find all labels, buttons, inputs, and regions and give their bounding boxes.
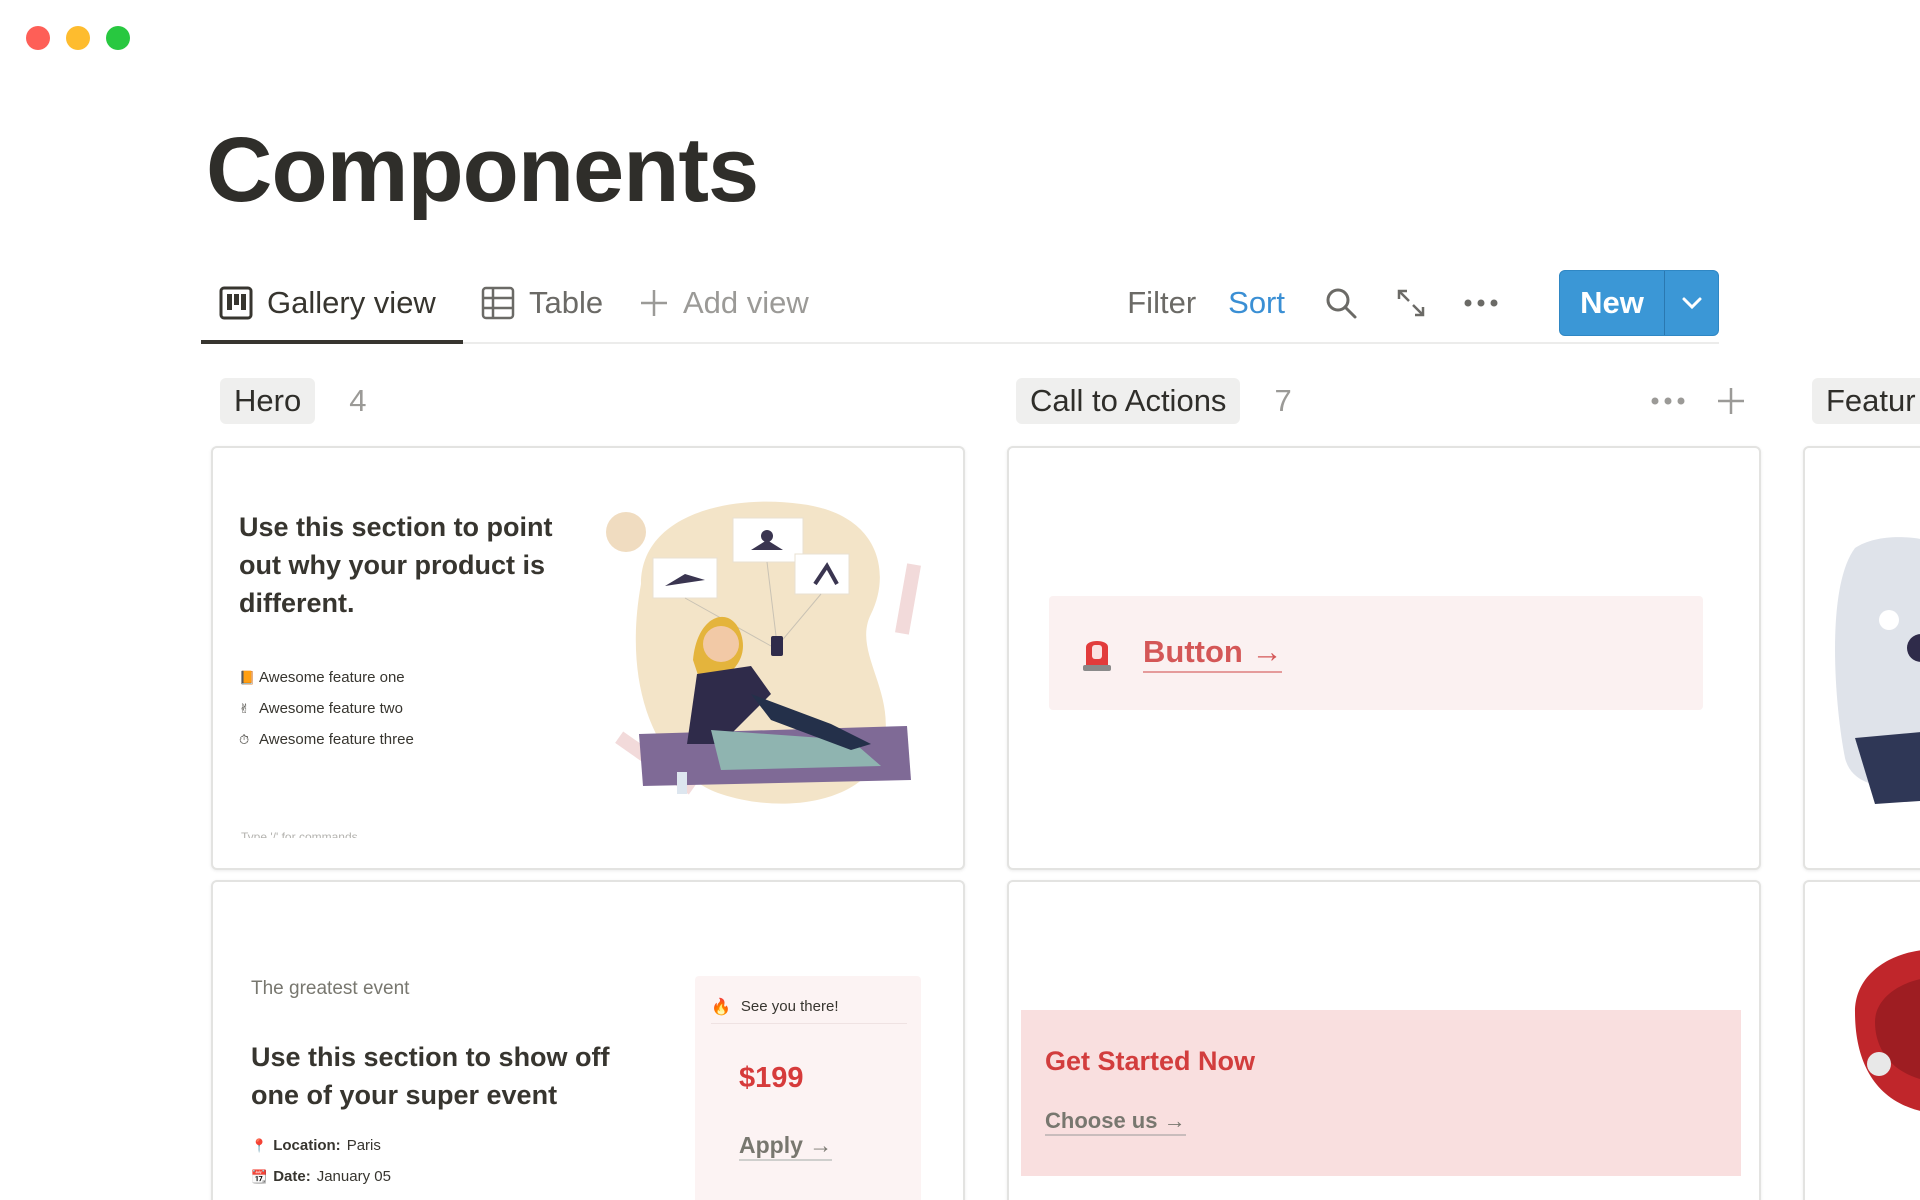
command-hint: Type '/' for commands [241, 830, 358, 838]
date-row: 📆 Date: January 05 [251, 1168, 391, 1185]
gallery-card-cta-2[interactable]: Get Started Now Choose us → [1007, 880, 1761, 1200]
tab-label: Table [529, 285, 604, 320]
list-item: 📙 Awesome feature one [239, 669, 405, 686]
gallery-icon [219, 286, 253, 320]
tab-table[interactable]: Table [481, 264, 603, 342]
group-header-features: Featur [1812, 378, 1920, 424]
group-actions [1650, 378, 1746, 424]
gallery-card-feature-2[interactable] [1803, 880, 1920, 1200]
group-count: 7 [1274, 383, 1292, 418]
tab-gallery-view[interactable]: Gallery view [219, 264, 436, 342]
book-icon: 📙 [239, 669, 256, 685]
pin-icon: 📍 [251, 1137, 268, 1153]
expand-button[interactable] [1391, 283, 1431, 323]
fire-icon: 🔥 [711, 998, 731, 1016]
victory-hand-icon: ✌ [239, 700, 250, 716]
search-button[interactable] [1321, 283, 1361, 323]
gallery-card-hero-1[interactable]: Use this section to point out why your p… [211, 446, 965, 870]
cta-button-link[interactable]: Button → [1143, 633, 1283, 673]
new-button-group: New [1559, 270, 1719, 336]
gallery-card-hero-2[interactable]: The greatest event Use this section to s… [211, 880, 965, 1200]
window-controls [26, 26, 130, 50]
group-header-hero: Hero 4 [220, 378, 366, 424]
list-item: ✌ Awesome feature two [239, 700, 403, 717]
group-name: Featur [1812, 378, 1920, 424]
group-name: Call to Actions [1016, 378, 1241, 424]
more-icon[interactable] [1650, 396, 1686, 406]
yoga-illustration [606, 501, 921, 804]
get-started-block: Get Started Now Choose us → [1021, 1010, 1741, 1176]
minimize-window-button[interactable] [66, 26, 90, 50]
view-bar: Gallery view Table Add view Filter Sort [201, 264, 1719, 344]
more-icon [1464, 299, 1498, 307]
new-button[interactable]: New [1560, 271, 1664, 335]
choose-us-link[interactable]: Choose us → [1045, 1108, 1186, 1136]
group-name: Hero [220, 378, 316, 424]
group-header-call-to-actions: Call to Actions 7 [1016, 378, 1292, 424]
event-callout: 🔥 See you there! $199 Apply → [695, 976, 921, 1200]
chevron-down-icon [1682, 297, 1701, 310]
active-tab-underline [201, 340, 463, 344]
calendar-icon: 📆 [251, 1168, 268, 1184]
event-meta: 📍 Location: Paris 📆 Date: January 05 [251, 1130, 391, 1192]
location-row: 📍 Location: Paris [251, 1137, 381, 1154]
feature-illustration [1835, 537, 1920, 804]
plus-icon [641, 290, 667, 316]
callout-block: Button → [1049, 596, 1703, 710]
gallery-card-feature-1[interactable] [1803, 446, 1920, 870]
add-view-button[interactable]: Add view [639, 264, 809, 342]
feature-list: 📙 Awesome feature one ✌ Awesome feature tw… [239, 662, 414, 755]
event-callout-title: 🔥 See you there! [711, 990, 907, 1024]
search-icon [1326, 288, 1357, 319]
filter-button[interactable]: Filter [1127, 285, 1196, 321]
plus-icon[interactable] [1716, 386, 1746, 416]
add-view-label: Add view [683, 285, 809, 320]
sort-button[interactable]: Sort [1228, 285, 1285, 321]
stopwatch-icon: ⏱ [239, 731, 250, 747]
police-light-icon [1083, 641, 1111, 671]
toolbar: Filter Sort New [1127, 264, 1719, 342]
card-headline: Use this section to show off one of your… [251, 1042, 610, 1110]
card-eyebrow: The greatest event [251, 978, 410, 999]
event-price: $199 [739, 1062, 804, 1094]
list-item: ⏱ Awesome feature three [239, 731, 414, 748]
apply-link[interactable]: Apply → [739, 1132, 833, 1161]
expand-icon [1397, 289, 1425, 317]
cta-title: Get Started Now [1045, 1046, 1256, 1076]
gallery-card-cta-1[interactable]: Button → [1007, 446, 1761, 870]
more-options-button[interactable] [1461, 283, 1501, 323]
zoom-window-button[interactable] [106, 26, 130, 50]
product-image [1855, 950, 1920, 1111]
tab-label: Gallery view [267, 285, 436, 320]
page-title: Components [206, 119, 759, 221]
card-headline: Use this section to point out why your p… [239, 512, 553, 618]
group-count: 4 [349, 383, 367, 418]
close-window-button[interactable] [26, 26, 50, 50]
new-dropdown-button[interactable] [1664, 271, 1718, 335]
table-icon [481, 286, 515, 320]
